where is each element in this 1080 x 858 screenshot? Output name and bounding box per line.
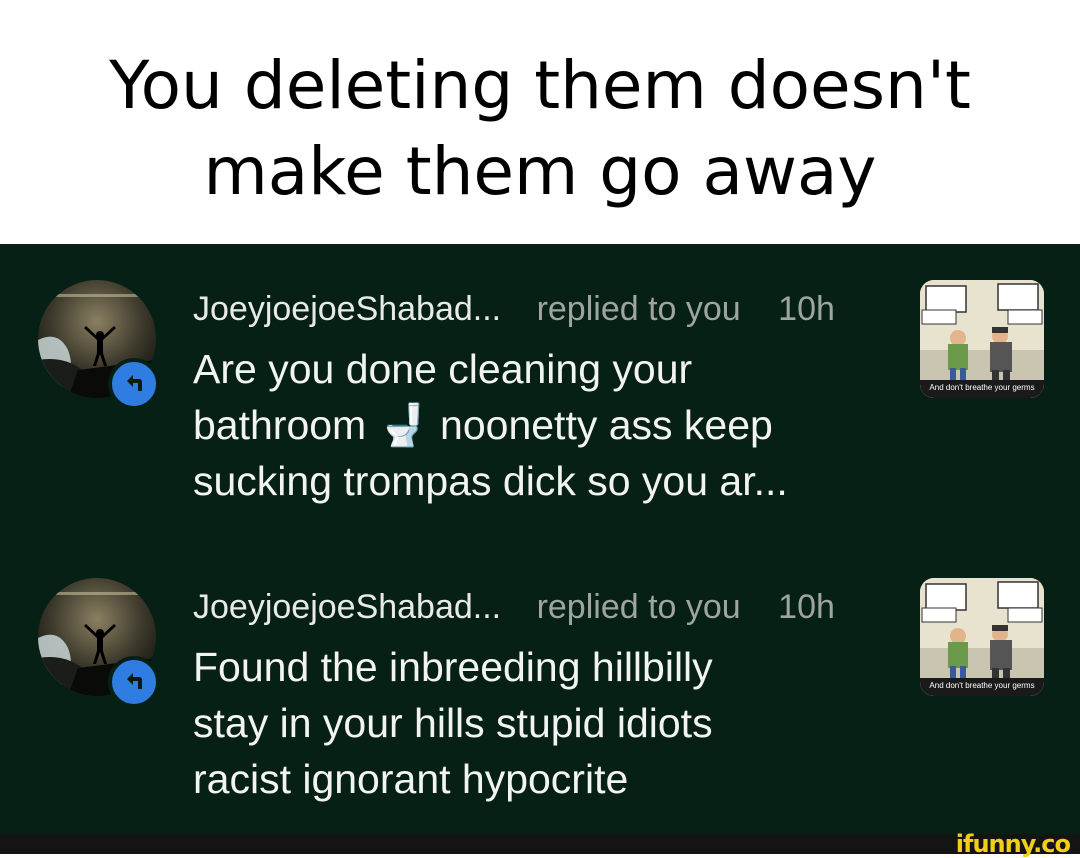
comment-line-1: Found the inbreeding hillbilly [193,644,713,690]
comment-line-3: sucking trompas dick so you ar... [193,458,788,504]
comment-line-2: bathroom 🚽 noonetty ass keep [193,402,773,448]
username[interactable]: JoeyjoejoeShabad... [193,588,501,626]
thumbnail-caption: And don't breathe your germs [920,678,1044,696]
comment-line-3: racist ignorant hypocrite [193,756,629,802]
notification-meta: JoeyjoejoeShabad... replied to you 10h [193,588,835,627]
post-thumbnail[interactable]: And don't breathe your germs [920,578,1044,696]
username[interactable]: JoeyjoejoeShabad... [193,290,501,328]
comment-line-2: stay in your hills stupid idiots [193,700,713,746]
reply-badge [108,656,160,708]
caption-line-1: You deleting them doesn't [109,47,971,124]
timestamp: 10h [778,588,835,626]
caption-line-2: make them go away [203,133,877,210]
reply-arrow-icon [127,673,142,689]
reply-badge [108,358,160,410]
notification-item[interactable]: JoeyjoejoeShabad... replied to you 10h A… [0,280,1080,540]
meme-caption: You deleting them doesn't make them go a… [0,0,1080,244]
reply-arrow-icon [127,375,142,391]
action-text: replied to you [536,290,741,328]
action-text: replied to you [536,588,741,626]
post-thumbnail[interactable]: And don't breathe your germs [920,280,1044,398]
footer-bar [0,834,1080,854]
notification-meta: JoeyjoejoeShabad... replied to you 10h [193,290,835,329]
notification-item[interactable]: JoeyjoejoeShabad... replied to you 10h F… [0,578,1080,818]
thumbnail-caption: And don't breathe your germs [920,380,1044,398]
comment-line-1: Are you done cleaning your [193,346,693,392]
timestamp: 10h [778,290,835,328]
notification-panel: JoeyjoejoeShabad... replied to you 10h A… [0,244,1080,834]
